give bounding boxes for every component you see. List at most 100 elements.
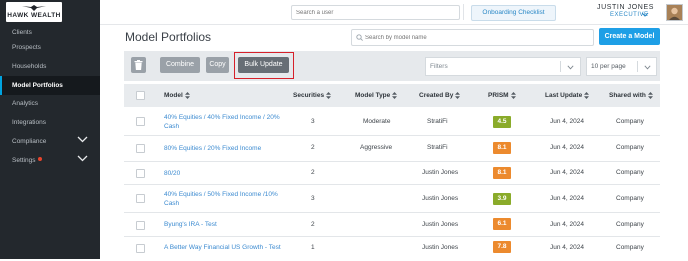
sort-icon (392, 92, 398, 99)
table-row[interactable]: 40% Equities / 40% Fixed Income / 20% Ca… (124, 108, 660, 136)
user-search-box[interactable] (291, 5, 460, 20)
table-row[interactable]: 40% Equities / 50% Fixed Income /10% Cas… (124, 185, 660, 213)
securities-count: 3 (311, 118, 315, 125)
shared-with: Company (616, 195, 644, 202)
securities-count: 1 (311, 244, 315, 251)
table-row[interactable]: 80% Equities / 20% Fixed Income 2 Aggres… (124, 136, 660, 162)
securities-count: 3 (311, 195, 315, 202)
onboarding-checklist-button[interactable]: Onboarding Checklist (471, 5, 556, 21)
column-header-last-update[interactable]: Last Update (545, 92, 590, 99)
logo-text: HAWK WEALTH (7, 12, 61, 19)
prism-score-badge: 8.1 (493, 142, 511, 154)
shared-with: Company (616, 221, 644, 228)
created-by: StratiFi (427, 144, 448, 151)
row-checkbox[interactable] (136, 194, 145, 203)
prism-score-badge: 8.1 (493, 167, 511, 179)
select-all-checkbox[interactable] (136, 91, 145, 100)
shared-with: Company (616, 118, 644, 125)
column-header-shared-with[interactable]: Shared with (609, 92, 653, 99)
prism-score-badge: 7.8 (493, 241, 511, 253)
row-checkbox[interactable] (136, 169, 145, 178)
model-name-link[interactable]: Byung's IRA - Test (164, 220, 284, 229)
securities-count: 2 (311, 221, 315, 228)
chevron-down-icon (77, 136, 88, 143)
avatar[interactable] (666, 4, 683, 21)
toolbar: Combine Copy Bulk Update Filters 10 per … (124, 51, 660, 81)
row-checkbox[interactable] (136, 117, 145, 126)
trash-icon (134, 60, 143, 70)
model-type: Moderate (363, 118, 391, 125)
model-search-input[interactable] (365, 32, 585, 43)
shared-with: Company (616, 169, 644, 176)
prism-score-badge: 4.5 (493, 116, 511, 128)
shared-with: Company (616, 244, 644, 251)
user-avatar-icon (667, 5, 682, 20)
column-header-label: PRISM (488, 92, 509, 100)
chevron-down-icon[interactable] (641, 12, 649, 17)
sidebar-item-settings[interactable]: Settings (0, 151, 100, 170)
filters-select[interactable]: Filters (425, 57, 581, 76)
sidebar-item-label: Integrations (12, 119, 46, 126)
chevron-down-icon (77, 155, 88, 162)
column-header-label: Model Type (355, 92, 391, 100)
chevron-down-icon (567, 65, 574, 70)
shared-with: Company (616, 144, 644, 151)
sidebar-item-label: Households (12, 63, 47, 70)
per-page-select[interactable]: 10 per page (586, 57, 657, 76)
user-name[interactable]: JUSTIN JONES (597, 4, 654, 11)
sidebar-item-label: Analytics (12, 100, 39, 107)
sort-icon (584, 92, 590, 99)
column-header-created-by[interactable]: Created By (419, 92, 461, 99)
column-header-label: Shared with (609, 92, 646, 100)
row-checkbox[interactable] (136, 144, 145, 153)
per-page-value: 10 per page (591, 63, 626, 70)
last-update: Jun 4, 2024 (550, 144, 584, 151)
last-update: Jun 4, 2024 (550, 195, 584, 202)
sidebar-item-label: Model Portfolios (12, 82, 63, 89)
last-update: Jun 4, 2024 (550, 221, 584, 228)
row-checkbox[interactable] (136, 244, 145, 253)
model-name-link[interactable]: 80% Equities / 20% Fixed Income (164, 144, 284, 153)
table-row[interactable]: 80/20 2 Justin Jones 8.1 Jun 4, 2024 Com… (124, 162, 660, 185)
select-separator (560, 61, 561, 72)
column-header-model-type[interactable]: Model Type (355, 92, 398, 100)
created-by: Justin Jones (422, 221, 459, 228)
table-row[interactable]: Byung's IRA - Test 2 Justin Jones 6.1 Ju… (124, 213, 660, 237)
copy-button[interactable]: Copy (206, 57, 229, 73)
model-name-link[interactable]: 40% Equities / 40% Fixed Income / 20% Ca… (164, 113, 284, 131)
sidebar-item-label: Compliance (12, 138, 47, 145)
model-search-box[interactable] (351, 29, 594, 46)
logo[interactable]: HAWK WEALTH (6, 2, 62, 22)
sidebar-item-analytics[interactable]: Analytics (0, 94, 100, 113)
column-header-prism[interactable]: PRISM (488, 92, 516, 99)
filters-placeholder: Filters (430, 63, 448, 70)
sidebar-item-compliance[interactable]: Compliance (0, 132, 100, 151)
sidebar-item-label: Clients (12, 29, 32, 36)
search-icon (356, 34, 363, 41)
notification-dot (38, 157, 42, 161)
table-row[interactable]: A Better Way Financial US Growth - Test … (124, 237, 660, 261)
top-bar: Onboarding Checklist JUSTIN JONES EXECUT… (100, 0, 688, 25)
bulk-update-button[interactable]: Bulk Update (238, 57, 289, 73)
sidebar-item-households[interactable]: Households (0, 57, 100, 76)
model-type: Aggressive (360, 144, 393, 151)
delete-button[interactable] (131, 57, 146, 73)
select-separator (637, 61, 638, 72)
sidebar-item-model-portfolios[interactable]: Model Portfolios (0, 76, 100, 95)
model-name-link[interactable]: 40% Equities / 50% Fixed Income /10% Cas… (164, 190, 284, 208)
securities-count: 2 (311, 144, 315, 151)
model-name-link[interactable]: A Better Way Financial US Growth - Test (164, 243, 314, 252)
model-name-link[interactable]: 80/20 (164, 169, 284, 178)
sort-icon (184, 92, 190, 99)
column-header-securities[interactable]: Securities (293, 92, 332, 99)
sort-icon (455, 92, 461, 99)
created-by: StratiFi (427, 118, 448, 125)
prism-score-badge: 3.9 (493, 193, 511, 205)
sidebar-item-prospects[interactable]: Prospects (0, 38, 100, 57)
combine-button[interactable]: Combine (160, 57, 200, 73)
create-model-button[interactable]: Create a Model (599, 28, 660, 45)
sidebar-item-integrations[interactable]: Integrations (0, 113, 100, 132)
column-header-model[interactable]: Model (164, 92, 190, 99)
row-checkbox[interactable] (136, 221, 145, 230)
user-search-input[interactable] (296, 7, 446, 18)
